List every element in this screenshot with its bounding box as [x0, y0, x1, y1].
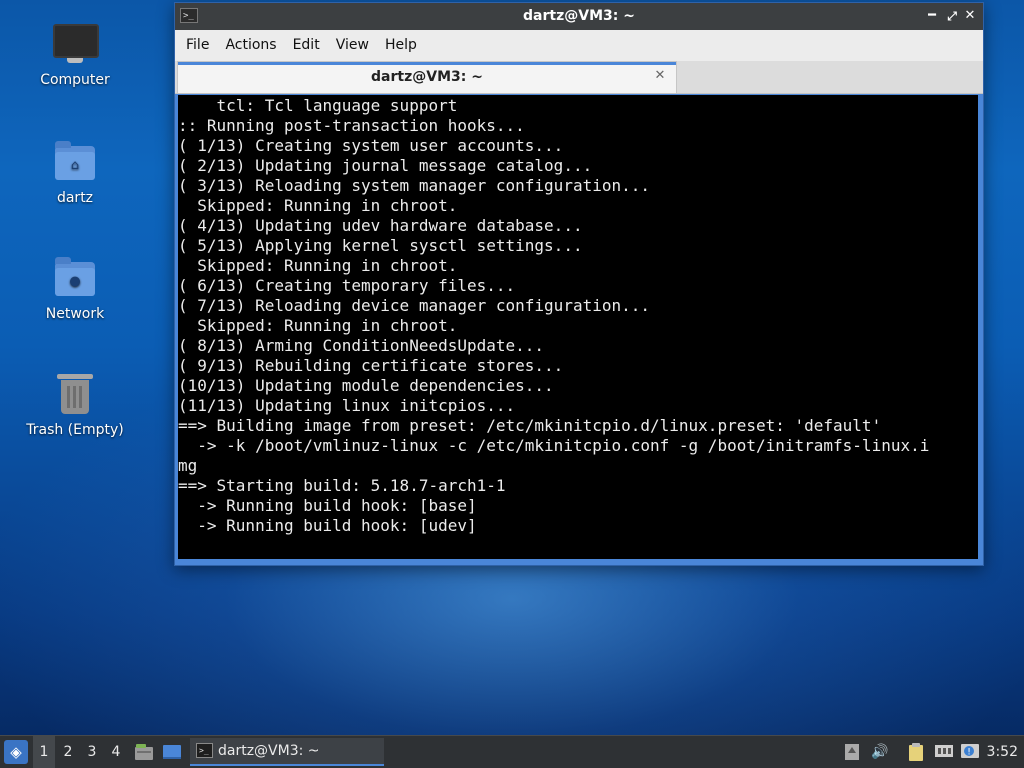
desktop-icon	[163, 745, 181, 759]
start-menu-icon: ◈	[10, 743, 22, 761]
notifications-icon[interactable]: !	[960, 742, 980, 762]
network-folder-icon: ●	[53, 256, 97, 300]
workspace-1-button[interactable]: 1	[33, 736, 55, 768]
workspace-2-button[interactable]: 2	[57, 736, 79, 768]
terminal-icon: >_	[196, 743, 213, 758]
clock[interactable]: 3:52	[987, 736, 1018, 768]
taskbar: ◈ 1 2 3 4 >_ dartz@VM3: ~ 🔊 ! 3:52	[0, 735, 1024, 768]
tab-terminal[interactable]: dartz@VM3: ~ ✕	[177, 61, 677, 93]
tab-title: dartz@VM3: ~	[371, 69, 483, 85]
window-title: dartz@VM3: ~	[523, 8, 635, 24]
desktop-icon-home[interactable]: ⌂ dartz	[20, 140, 130, 206]
workspace-4-button[interactable]: 4	[105, 736, 127, 768]
menu-edit[interactable]: Edit	[285, 30, 328, 61]
window-titlebar[interactable]: >_ dartz@VM3: ~ ━ ⤢ ✕	[175, 3, 983, 30]
updates-icon[interactable]	[842, 742, 862, 762]
taskbar-task-terminal[interactable]: >_ dartz@VM3: ~	[190, 738, 384, 766]
close-button[interactable]: ✕	[961, 7, 979, 25]
maximize-button[interactable]: ⤢	[943, 7, 961, 25]
minimize-button[interactable]: ━	[923, 7, 941, 25]
task-label: dartz@VM3: ~	[218, 743, 320, 759]
terminal-text: tcl: Tcl language support :: Running pos…	[178, 96, 930, 535]
desktop-icon-label: Computer	[40, 72, 110, 88]
workspace-3-button[interactable]: 3	[81, 736, 103, 768]
menu-bar: File Actions Edit View Help	[175, 30, 983, 61]
terminal-output[interactable]: tcl: Tcl language support :: Running pos…	[178, 95, 978, 559]
show-desktop-launcher[interactable]	[162, 742, 182, 762]
desktop-icon-trash[interactable]: Trash (Empty)	[20, 372, 130, 438]
clipboard-icon[interactable]	[906, 742, 926, 762]
desktop-icon-network[interactable]: ● Network	[20, 256, 130, 322]
home-folder-icon: ⌂	[53, 140, 97, 184]
file-manager-icon	[135, 744, 153, 760]
menu-view[interactable]: View	[328, 30, 377, 61]
svg-text:!: !	[967, 748, 971, 758]
volume-icon[interactable]: 🔊	[870, 742, 890, 762]
menu-help[interactable]: Help	[377, 30, 425, 61]
file-manager-launcher[interactable]	[134, 742, 154, 762]
desktop-icon-label: Trash (Empty)	[26, 422, 124, 438]
network-icon[interactable]	[934, 742, 954, 762]
desktop-icon-label: dartz	[56, 190, 94, 206]
menu-actions[interactable]: Actions	[217, 30, 284, 61]
tab-bar: dartz@VM3: ~ ✕	[175, 61, 983, 94]
trash-icon	[53, 372, 97, 416]
computer-icon	[53, 22, 99, 66]
desktop-icon-computer[interactable]: Computer	[20, 22, 130, 88]
menu-file[interactable]: File	[178, 30, 217, 61]
app-menu-button[interactable]: ◈	[4, 740, 28, 764]
desktop-icon-label: Network	[45, 306, 105, 322]
tab-close-icon[interactable]: ✕	[652, 68, 668, 84]
terminal-window[interactable]: >_ dartz@VM3: ~ ━ ⤢ ✕ File Actions Edit Vie…	[174, 2, 984, 566]
